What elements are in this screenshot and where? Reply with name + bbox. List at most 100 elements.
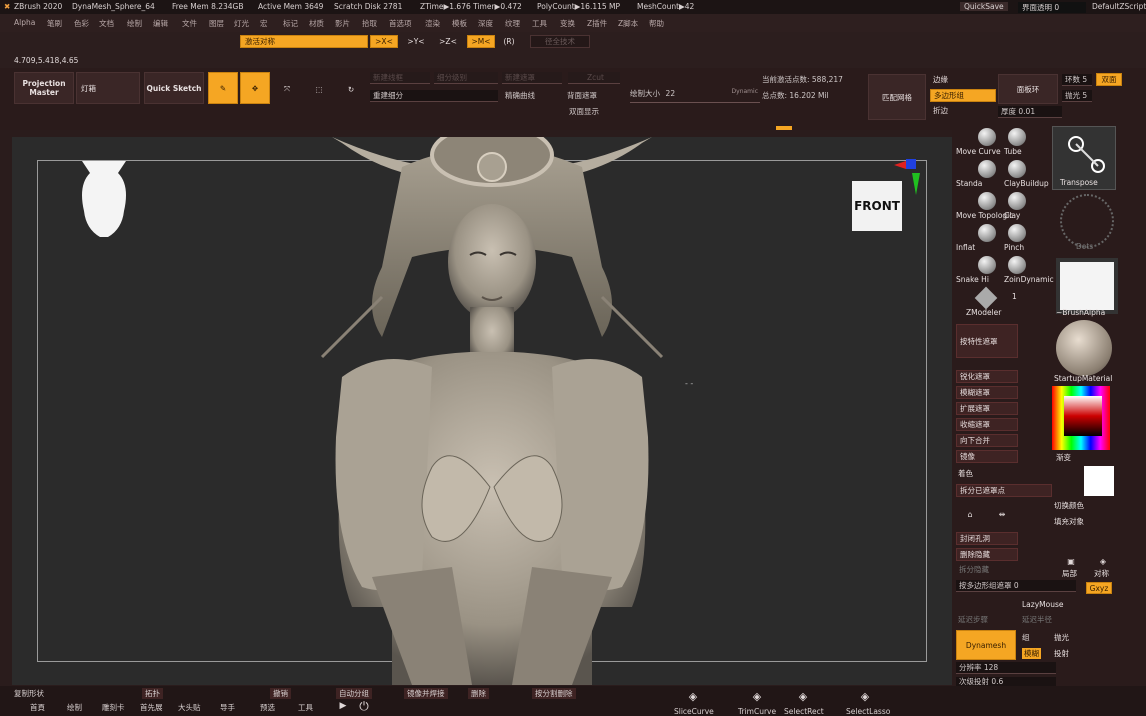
brush-thumb-icon[interactable]: [978, 160, 996, 178]
sculpt-model[interactable]: [302, 137, 682, 685]
bottom-tab[interactable]: 工具: [298, 702, 313, 713]
dynamesh-button[interactable]: Dynamesh: [956, 630, 1016, 660]
bottom-tab[interactable]: 首先展: [140, 702, 163, 713]
default-zscript[interactable]: DefaultZScript: [1092, 2, 1146, 11]
menu-item[interactable]: 模板: [452, 18, 467, 29]
group-toggle[interactable]: 组: [1022, 632, 1030, 643]
xyz-button[interactable]: Gxyz: [1086, 582, 1112, 594]
lazy-radius-slider[interactable]: 延迟半径: [1022, 614, 1052, 625]
menu-item[interactable]: 拾取: [362, 18, 377, 29]
crease-button[interactable]: 折边: [930, 105, 996, 118]
switch-color-button[interactable]: 切换颜色: [1054, 500, 1084, 511]
brush-thumb-icon[interactable]: [1008, 256, 1026, 274]
close-holes-button[interactable]: 封闭孔洞: [956, 532, 1018, 545]
local-icon[interactable]: ⌂: [960, 504, 980, 524]
menu-item[interactable]: Alpha: [14, 18, 35, 27]
new-mask-button[interactable]: 新建遮罩: [502, 72, 562, 84]
bottom-item[interactable]: 撤销: [270, 688, 291, 699]
mask-op-button[interactable]: 向下合并: [956, 434, 1018, 447]
menu-item[interactable]: 文档: [99, 18, 114, 29]
main-color-swatch[interactable]: [1084, 466, 1114, 496]
power-icon[interactable]: ⏻: [356, 698, 372, 714]
sym-m-button[interactable]: >M<: [467, 35, 495, 48]
new-wireframe-button[interactable]: 新建线框: [370, 72, 430, 84]
select-tool-icon[interactable]: ◈: [856, 688, 874, 704]
menu-item[interactable]: 首选项: [389, 18, 412, 29]
panel-loops-button[interactable]: 面板环: [998, 74, 1058, 104]
select-tool-icon[interactable]: ◈: [684, 688, 702, 704]
polish-toggle[interactable]: 抛光: [1054, 632, 1069, 643]
scale-button[interactable]: ⬚: [306, 76, 332, 102]
bottom-item[interactable]: 复制形状: [14, 688, 44, 699]
edit-button[interactable]: ✎: [208, 72, 238, 104]
menu-item[interactable]: 渲染: [425, 18, 440, 29]
dynamic-toggle[interactable]: Dynamic: [732, 88, 758, 95]
bottom-tab[interactable]: 大头贴: [178, 702, 201, 713]
mask-op-button[interactable]: 收缩遮罩: [956, 418, 1018, 431]
view-cube-front[interactable]: FRONT: [852, 181, 902, 231]
bottom-tab[interactable]: 首頁: [30, 702, 45, 713]
brush-thumb-icon[interactable]: [1008, 192, 1026, 210]
menu-item[interactable]: 宏: [260, 18, 268, 29]
smooth-curve-button[interactable]: 精确曲线: [502, 90, 562, 102]
select-tool-icon[interactable]: ◈: [748, 688, 766, 704]
menu-item[interactable]: 帮助: [649, 18, 664, 29]
bottom-item[interactable]: 镜像并焊接: [404, 688, 448, 699]
edge-loop-button[interactable]: 边缘: [930, 74, 996, 87]
blur-slider[interactable]: 模糊: [1022, 648, 1041, 659]
mask-by-feature-button[interactable]: 按特性遮罩: [956, 324, 1018, 358]
lazy-step-slider[interactable]: 延迟步骤: [958, 614, 988, 625]
bottom-item[interactable]: 拓扑: [142, 688, 163, 699]
menu-item[interactable]: 变换: [560, 18, 575, 29]
split-hidden-button[interactable]: 拆分隐藏: [956, 564, 1018, 577]
double-button[interactable]: 双面: [1096, 73, 1122, 86]
resolution-slider[interactable]: 分辨率 128: [956, 662, 1056, 674]
mask-op-button[interactable]: 模糊遮罩: [956, 386, 1018, 399]
bottom-tab[interactable]: 绘制: [67, 702, 82, 713]
brush-thumb-icon[interactable]: [1008, 128, 1026, 146]
projection-master-button[interactable]: Projection Master: [14, 72, 74, 104]
thickness-slider[interactable]: 厚度 0.01: [998, 106, 1062, 118]
menu-item[interactable]: 图层: [209, 18, 224, 29]
zcut-button[interactable]: Zcut: [568, 72, 620, 84]
menu-item[interactable]: 色彩: [74, 18, 89, 29]
material-sphere-icon[interactable]: [1056, 320, 1112, 376]
menu-item[interactable]: Z插件: [587, 18, 607, 29]
brush-alpha-thumb[interactable]: [1056, 258, 1118, 314]
split-masked-button[interactable]: 拆分已遮罩点: [956, 484, 1052, 497]
sym-x-button[interactable]: >X<: [370, 35, 398, 48]
double-sided-button[interactable]: 双面显示: [566, 106, 626, 118]
select-tool-icon[interactable]: ◈: [794, 688, 812, 704]
bottom-tab[interactable]: 雕刻卡: [102, 702, 125, 713]
sym-r-button[interactable]: (R): [500, 35, 518, 48]
tray-handle[interactable]: [776, 126, 792, 130]
group-by-mask-slider[interactable]: 按多边形组遮罩 0: [956, 580, 1076, 592]
subdivision-level-slider[interactable]: 细分级别: [434, 72, 498, 84]
menu-item[interactable]: 灯光: [234, 18, 249, 29]
bottom-item[interactable]: 按分割删除: [532, 688, 576, 699]
menu-item[interactable]: 标记: [283, 18, 298, 29]
mask-op-button[interactable]: 镜像: [956, 450, 1018, 463]
project-toggle[interactable]: 投射: [1054, 648, 1069, 659]
zmodeler-icon[interactable]: [974, 286, 998, 310]
draw-size-slider[interactable]: 绘制大小 22 Dynamic: [630, 88, 760, 103]
mirror-icon[interactable]: ⇹: [992, 504, 1012, 524]
color-square[interactable]: [1064, 396, 1102, 436]
menu-item[interactable]: 编辑: [153, 18, 168, 29]
menu-item[interactable]: 文件: [182, 18, 197, 29]
menu-item[interactable]: 笔刷: [47, 18, 62, 29]
delete-hidden-button[interactable]: 删除隐藏: [956, 548, 1018, 561]
lightbox-button[interactable]: 灯箱: [76, 72, 140, 104]
brush-thumb-icon[interactable]: [978, 256, 996, 274]
brush-thumb-icon[interactable]: [978, 224, 996, 242]
menu-item[interactable]: 绘制: [127, 18, 142, 29]
move-button[interactable]: ⤧: [274, 76, 300, 102]
rotate-button[interactable]: ↻: [338, 76, 364, 102]
lazymouse-button[interactable]: LazyMouse: [1022, 600, 1063, 609]
dots-stroke-icon[interactable]: [1060, 194, 1114, 248]
brush-thumb-icon[interactable]: [1008, 224, 1026, 242]
loops-slider[interactable]: 环数 5: [1062, 74, 1092, 86]
menu-item[interactable]: 纹理: [505, 18, 520, 29]
bottom-item[interactable]: 删除: [468, 688, 489, 699]
radial-button[interactable]: 径全技术: [530, 35, 590, 48]
